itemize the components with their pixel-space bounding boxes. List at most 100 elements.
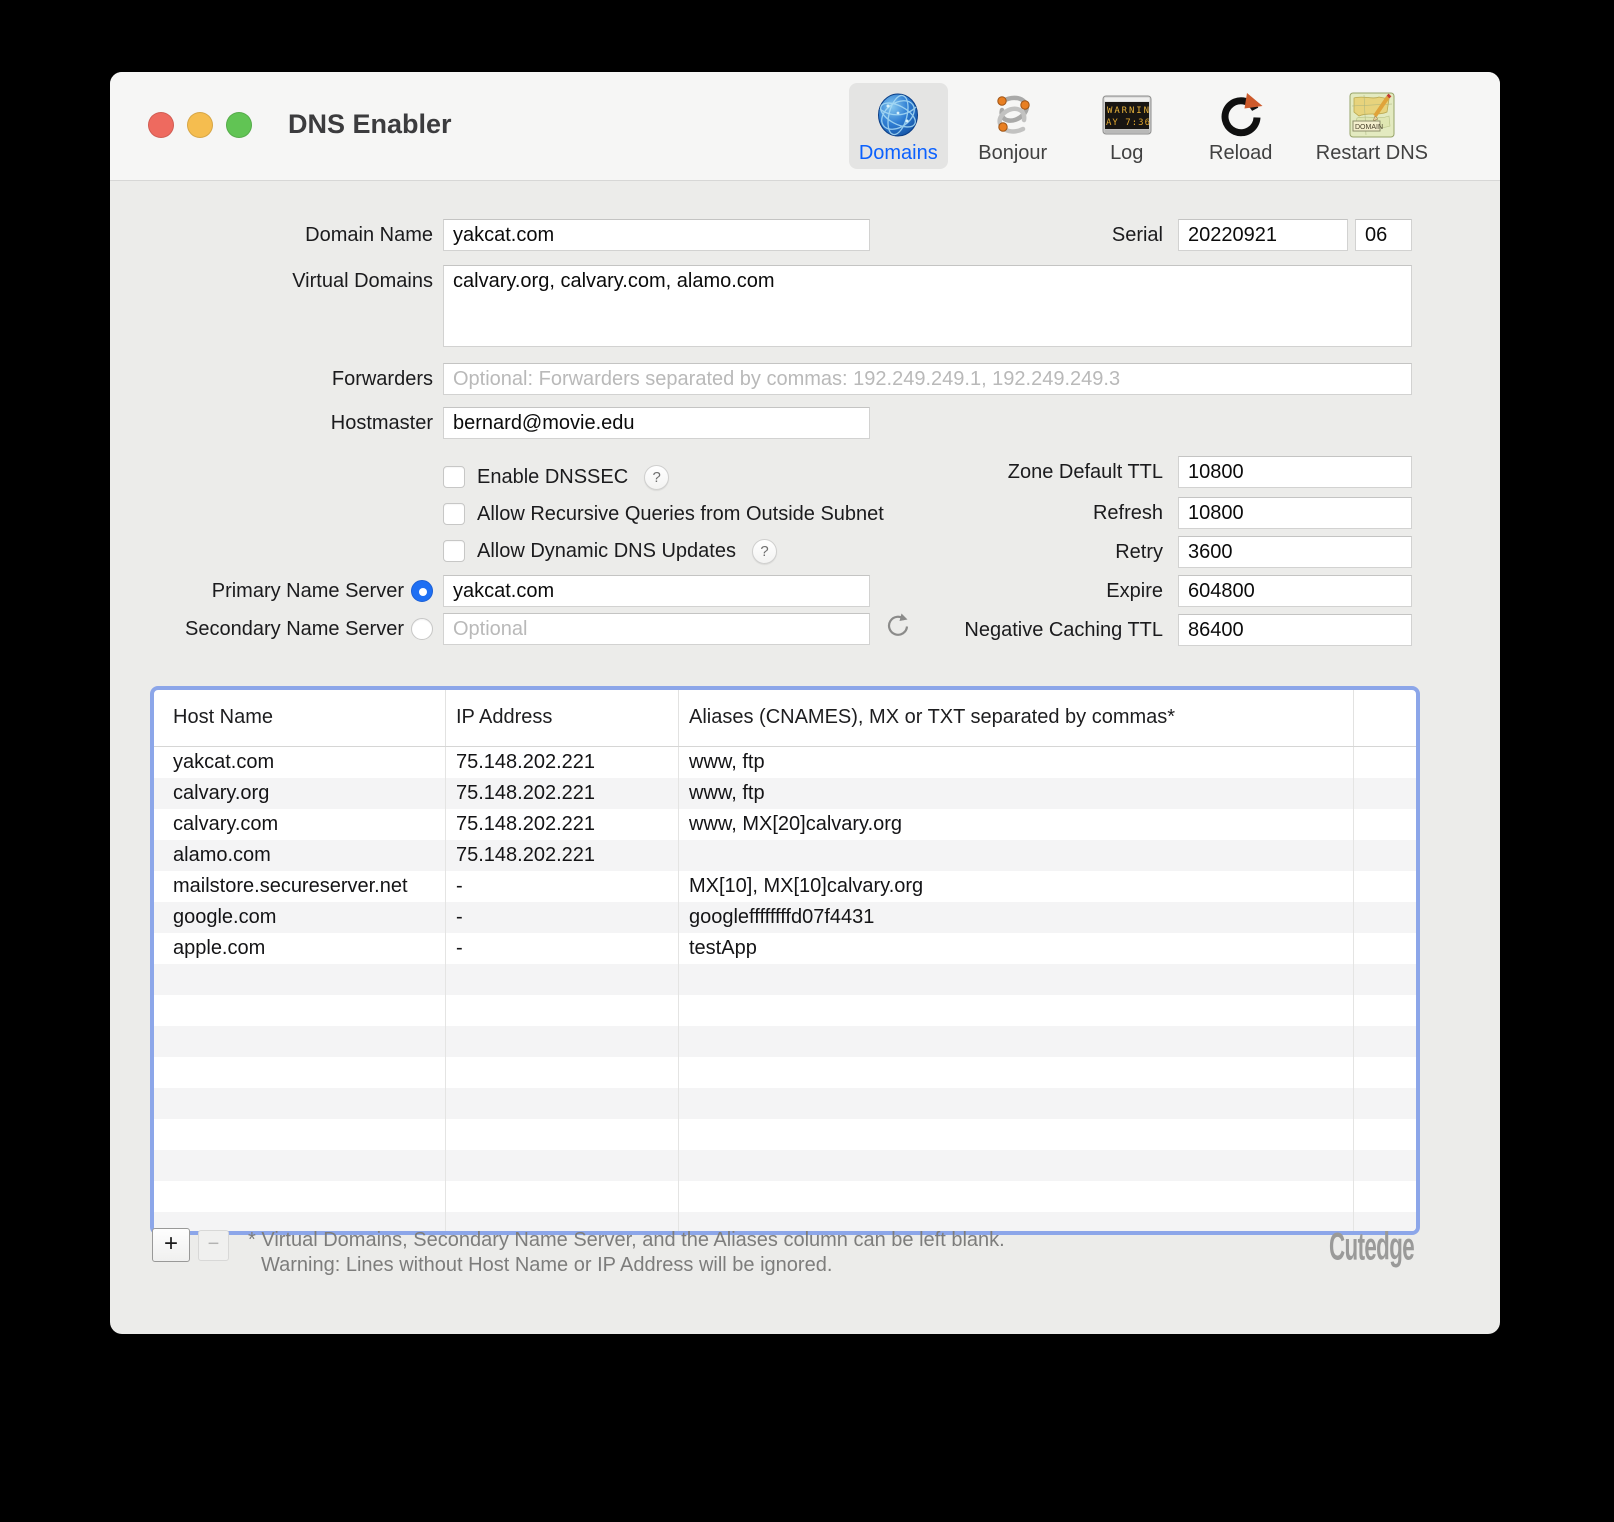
table-row[interactable] — [154, 1150, 1416, 1181]
host-cell[interactable]: alamo.com — [154, 840, 445, 871]
hostmaster-input[interactable] — [443, 407, 870, 439]
remove-row-button[interactable]: − — [198, 1230, 229, 1261]
ip-cell[interactable] — [445, 1026, 678, 1057]
table-row[interactable]: apple.com-testApp — [154, 933, 1416, 964]
extra-cell[interactable] — [1353, 995, 1416, 1026]
extra-cell[interactable] — [1353, 809, 1416, 840]
dnssec-help-button[interactable]: ? — [644, 465, 669, 490]
host-cell[interactable]: apple.com — [154, 933, 445, 964]
ip-address-column-header[interactable]: IP Address — [445, 690, 678, 746]
minimize-window-button[interactable] — [187, 112, 213, 138]
host-cell[interactable] — [154, 1119, 445, 1150]
refresh-secondary-icon[interactable] — [883, 611, 913, 641]
aliases-column-header[interactable]: Aliases (CNAMES), MX or TXT separated by… — [678, 690, 1353, 746]
secondary-ns-input[interactable] — [443, 613, 870, 645]
table-row[interactable]: google.com-googleffffffffd07f4431 — [154, 902, 1416, 933]
aliases-cell[interactable] — [678, 1026, 1353, 1057]
ip-cell[interactable] — [445, 1088, 678, 1119]
extra-cell[interactable] — [1353, 1088, 1416, 1119]
table-row[interactable] — [154, 1181, 1416, 1212]
ip-cell[interactable]: 75.148.202.221 — [445, 747, 678, 778]
toolbar-item-domains[interactable]: Domains — [849, 83, 948, 169]
aliases-cell[interactable]: www, MX[20]calvary.org — [678, 809, 1353, 840]
table-row[interactable] — [154, 964, 1416, 995]
extra-cell[interactable] — [1353, 1026, 1416, 1057]
host-cell[interactable] — [154, 1057, 445, 1088]
host-cell[interactable] — [154, 1088, 445, 1119]
extra-cell[interactable] — [1353, 1119, 1416, 1150]
extra-cell[interactable] — [1353, 840, 1416, 871]
ip-cell[interactable] — [445, 995, 678, 1026]
table-row[interactable] — [154, 1026, 1416, 1057]
serial-sub-input[interactable] — [1355, 219, 1412, 251]
host-cell[interactable]: calvary.com — [154, 809, 445, 840]
ip-cell[interactable]: 75.148.202.221 — [445, 840, 678, 871]
aliases-cell[interactable] — [678, 840, 1353, 871]
table-row[interactable] — [154, 1119, 1416, 1150]
extra-cell[interactable] — [1353, 1181, 1416, 1212]
host-name-column-header[interactable]: Host Name — [154, 690, 445, 746]
aliases-cell[interactable]: googleffffffffd07f4431 — [678, 902, 1353, 933]
zone-default-ttl-input[interactable] — [1178, 456, 1412, 488]
aliases-cell[interactable] — [678, 1057, 1353, 1088]
recursive-queries-checkbox[interactable] — [443, 503, 465, 525]
host-cell[interactable]: google.com — [154, 902, 445, 933]
extra-cell[interactable] — [1353, 964, 1416, 995]
table-row[interactable] — [154, 1057, 1416, 1088]
table-row[interactable]: yakcat.com75.148.202.221www, ftp — [154, 747, 1416, 778]
dynamic-dns-checkbox[interactable] — [443, 540, 465, 562]
aliases-cell[interactable]: MX[10], MX[10]calvary.org — [678, 871, 1353, 902]
aliases-cell[interactable]: www, ftp — [678, 747, 1353, 778]
extra-cell[interactable] — [1353, 1150, 1416, 1181]
toolbar-item-log[interactable]: WARNIN AY 7:36 Log — [1078, 83, 1176, 169]
primary-ns-input[interactable] — [443, 575, 870, 607]
host-cell[interactable]: mailstore.secureserver.net — [154, 871, 445, 902]
table-row[interactable]: calvary.com75.148.202.221www, MX[20]calv… — [154, 809, 1416, 840]
extra-cell[interactable] — [1353, 778, 1416, 809]
host-cell[interactable]: yakcat.com — [154, 747, 445, 778]
ip-cell[interactable]: - — [445, 933, 678, 964]
toolbar-item-reload[interactable]: Reload — [1192, 83, 1290, 169]
virtual-domains-textarea[interactable]: calvary.org, calvary.com, alamo.com — [443, 265, 1412, 347]
ip-cell[interactable] — [445, 1057, 678, 1088]
secondary-ns-radio[interactable] — [411, 618, 433, 640]
table-row[interactable]: alamo.com75.148.202.221 — [154, 840, 1416, 871]
aliases-cell[interactable] — [678, 1181, 1353, 1212]
extra-cell[interactable] — [1353, 747, 1416, 778]
negative-caching-ttl-input[interactable] — [1178, 614, 1412, 646]
aliases-cell[interactable] — [678, 1150, 1353, 1181]
aliases-cell[interactable]: testApp — [678, 933, 1353, 964]
serial-input[interactable] — [1178, 219, 1348, 251]
aliases-cell[interactable]: www, ftp — [678, 778, 1353, 809]
host-cell[interactable] — [154, 995, 445, 1026]
enable-dnssec-checkbox[interactable] — [443, 466, 465, 488]
toolbar-item-bonjour[interactable]: Bonjour — [964, 83, 1062, 169]
ip-cell[interactable]: 75.148.202.221 — [445, 809, 678, 840]
expire-input[interactable] — [1178, 575, 1412, 607]
add-row-button[interactable]: + — [152, 1228, 190, 1262]
dynamic-dns-help-button[interactable]: ? — [752, 539, 777, 564]
host-cell[interactable] — [154, 1150, 445, 1181]
ip-cell[interactable] — [445, 964, 678, 995]
close-window-button[interactable] — [148, 112, 174, 138]
extra-cell[interactable] — [1353, 933, 1416, 964]
domain-name-input[interactable] — [443, 219, 870, 251]
extra-cell[interactable] — [1353, 902, 1416, 933]
retry-input[interactable] — [1178, 536, 1412, 568]
toolbar-item-restart-dns[interactable]: DOMAIN Restart DNS — [1306, 83, 1438, 169]
extra-cell[interactable] — [1353, 871, 1416, 902]
refresh-input[interactable] — [1178, 497, 1412, 529]
ip-cell[interactable] — [445, 1150, 678, 1181]
primary-ns-radio[interactable] — [411, 580, 433, 602]
table-row[interactable] — [154, 995, 1416, 1026]
aliases-cell[interactable] — [678, 1119, 1353, 1150]
host-table[interactable]: Host Name IP Address Aliases (CNAMES), M… — [150, 686, 1420, 1235]
host-cell[interactable] — [154, 964, 445, 995]
ip-cell[interactable]: - — [445, 871, 678, 902]
host-cell[interactable] — [154, 1026, 445, 1057]
table-row[interactable]: mailstore.secureserver.net-MX[10], MX[10… — [154, 871, 1416, 902]
aliases-cell[interactable] — [678, 1088, 1353, 1119]
host-cell[interactable]: calvary.org — [154, 778, 445, 809]
ip-cell[interactable]: - — [445, 902, 678, 933]
table-row[interactable]: calvary.org75.148.202.221www, ftp — [154, 778, 1416, 809]
